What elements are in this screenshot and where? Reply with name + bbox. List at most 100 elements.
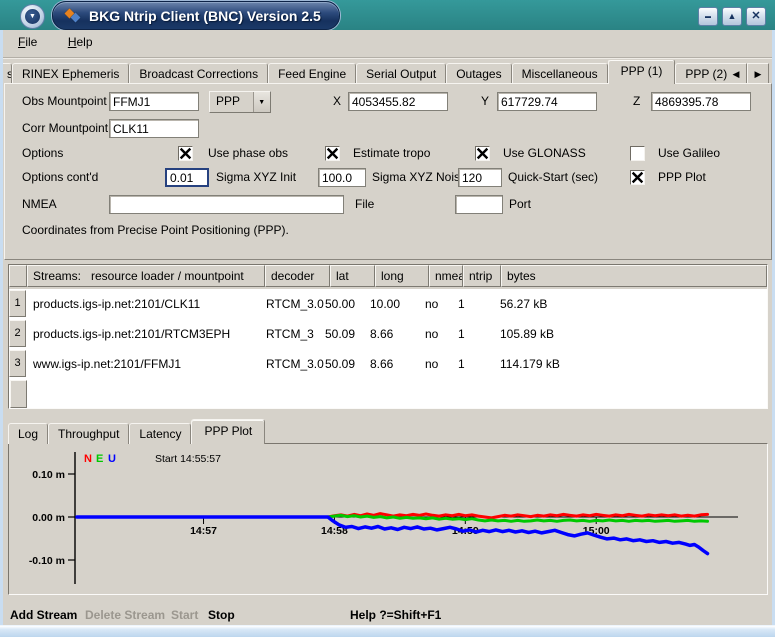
cell-bytes: 114.179 kB (500, 349, 560, 379)
nmea-file-input[interactable] (109, 195, 344, 214)
cell-bytes: 56.27 kB (500, 289, 547, 319)
cell-long: 8.66 (370, 349, 393, 379)
cell-nmea: no (425, 349, 438, 379)
use-galileo-checkbox[interactable] (630, 146, 645, 161)
file-label: File (355, 195, 374, 214)
obs-mountpoint-input[interactable] (109, 92, 199, 111)
tab-s[interactable]: s (3, 63, 12, 84)
series-U-line (77, 517, 708, 554)
x-tick-label: 14:57 (190, 525, 217, 537)
cell-long: 10.00 (370, 289, 400, 319)
arrow-right-icon: ▶ (755, 69, 762, 80)
corner-header-cell[interactable] (9, 265, 27, 287)
use-phase-obs-label: Use phase obs (208, 144, 288, 163)
ppp-plot: 0.10 m0.00 m-0.10 m14:5714:5814:5915:00N… (9, 444, 767, 594)
dropdown-arrow-icon[interactable]: ▼ (253, 92, 270, 112)
tab-ppp-2[interactable]: PPP (2) (675, 63, 729, 84)
x-coordinate-input[interactable] (348, 92, 448, 111)
close-button[interactable]: ✕ (746, 7, 766, 26)
table-row[interactable]: 3www.igs-ip.net:2101/FFMJ1RTCM_3.050.098… (9, 349, 767, 379)
stop-button[interactable]: Stop (208, 608, 235, 622)
header-lat[interactable]: lat (330, 265, 375, 287)
tab-label: RINEX Ephemeris (22, 67, 119, 81)
use-phase-obs-checkbox[interactable] (178, 146, 193, 161)
header-ntrip[interactable]: ntrip (463, 265, 501, 287)
menu-file[interactable]: File (18, 35, 37, 49)
row-number[interactable]: 1 (9, 290, 26, 317)
estimate-tropo-label: Estimate tropo (353, 144, 430, 163)
delete-stream-button[interactable]: Delete Stream (85, 608, 165, 622)
y-coordinate-input[interactable] (497, 92, 597, 111)
nmea-label: NMEA (22, 195, 57, 214)
options-contd-label: Options cont'd (22, 168, 98, 187)
title-pill[interactable]: BKG Ntrip Client (BNC) Version 2.5 (52, 1, 340, 30)
row-number[interactable]: 2 (9, 320, 26, 347)
bottom-tab-label: Throughput (58, 427, 119, 441)
ppp-plot-label: PPP Plot (658, 168, 706, 187)
tab-serial-output[interactable]: Serial Output (356, 63, 446, 84)
bottom-tab-log[interactable]: Log (8, 423, 48, 444)
bottom-tab-throughput[interactable]: Throughput (48, 423, 129, 444)
add-stream-button[interactable]: Add Stream (10, 608, 77, 622)
sigma-xyz-noise-input[interactable] (318, 168, 366, 187)
quick-start-input[interactable] (458, 168, 502, 187)
mode-select-value: PPP (210, 92, 253, 112)
start-button[interactable]: Start (171, 608, 198, 622)
cell-ntrip: 1 (458, 349, 465, 379)
cell-lat: 50.00 (325, 289, 355, 319)
header-decoder[interactable]: decoder (265, 265, 330, 287)
cell-decoder: RTCM_3.0 (266, 289, 324, 319)
menubar: File Help (3, 30, 772, 58)
x-label: X (333, 92, 341, 111)
tab-label: Outages (456, 67, 501, 81)
cell-ntrip: 1 (458, 319, 465, 349)
bottom-tab-label: PPP Plot (204, 424, 252, 438)
bottom-tab-latency[interactable]: Latency (129, 423, 191, 444)
ppp-plot-panel: 0.10 m0.00 m-0.10 m14:5714:5814:5915:00N… (8, 443, 768, 595)
header-bytes[interactable]: bytes (501, 265, 767, 287)
corr-mountpoint-input[interactable] (109, 119, 199, 138)
bottom-tab-ppp-plot[interactable]: PPP Plot (191, 419, 265, 444)
ppp-plot-checkbox[interactable] (630, 170, 645, 185)
row-header-stub (10, 380, 27, 408)
sigma-xyz-noise-label: Sigma XYZ Noise (372, 168, 467, 187)
arrow-left-icon: ◀ (733, 69, 740, 80)
client-area: File Help s RINEX Ephemeris Broadcast Corr… (3, 30, 772, 625)
tab-outages[interactable]: Outages (446, 63, 511, 84)
chevron-down-icon: ▼ (25, 9, 40, 24)
table-row[interactable]: 1products.igs-ip.net:2101/CLK11RTCM_3.05… (9, 289, 767, 319)
header-long[interactable]: long (375, 265, 429, 287)
tab-label: Broadcast Corrections (139, 67, 258, 81)
cell-bytes: 105.89 kB (500, 319, 554, 349)
help-label[interactable]: Help ?=Shift+F1 (350, 608, 441, 622)
obs-mountpoint-label: Obs Mountpoint (22, 92, 107, 111)
tab-ppp-1[interactable]: PPP (1) (608, 60, 676, 84)
menu-help[interactable]: Help (68, 35, 93, 49)
tab-miscellaneous[interactable]: Miscellaneous (512, 63, 608, 84)
tab-rinex-ephemeris[interactable]: RINEX Ephemeris (12, 63, 129, 84)
streams-table-header: Streams: resource loader / mountpoint de… (9, 265, 767, 289)
sigma-xyz-init-input[interactable] (165, 168, 209, 187)
header-mountpoint[interactable]: Streams: resource loader / mountpoint (27, 265, 265, 287)
z-coordinate-input[interactable] (651, 92, 751, 111)
cell-mountpoint: products.igs-ip.net:2101/CLK11 (33, 289, 200, 319)
legend-N: N (84, 453, 92, 465)
maximize-button[interactable]: ▲ (722, 7, 742, 26)
nmea-port-input[interactable] (455, 195, 503, 214)
tab-broadcast-corrections[interactable]: Broadcast Corrections (129, 63, 268, 84)
use-glonass-checkbox[interactable] (475, 146, 490, 161)
z-label: Z (633, 92, 640, 111)
minimize-button[interactable]: ▬ (698, 7, 718, 26)
window-menu-button[interactable]: ▼ (20, 4, 45, 29)
header-nmea[interactable]: nmea (429, 265, 463, 287)
tab-label: PPP (2) (685, 67, 727, 81)
bottom-tab-label: Latency (139, 427, 181, 441)
close-icon: ✕ (751, 11, 760, 22)
row-number[interactable]: 3 (9, 350, 26, 377)
tab-label: Miscellaneous (522, 67, 598, 81)
mode-select[interactable]: PPP ▼ (209, 91, 271, 113)
tab-feed-engine[interactable]: Feed Engine (268, 63, 356, 84)
table-row[interactable]: 2products.igs-ip.net:2101/RTCM3EPHRTCM_3… (9, 319, 767, 349)
legend-U: U (108, 453, 116, 465)
estimate-tropo-checkbox[interactable] (325, 146, 340, 161)
